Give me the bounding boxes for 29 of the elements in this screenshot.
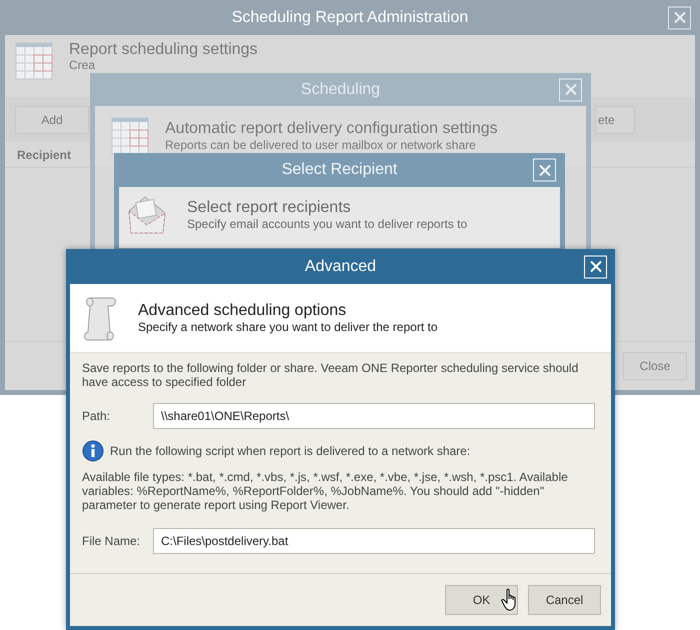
close-icon xyxy=(672,10,686,24)
path-field[interactable]: \\share01\ONE\Reports\ xyxy=(153,403,595,429)
header-title: Advanced scheduling options xyxy=(138,301,348,320)
dialog-button[interactable]: OK xyxy=(445,585,518,615)
field-label: File Name: xyxy=(82,534,142,548)
header-title: Report scheduling settings xyxy=(69,41,258,59)
column-header: Recipient xyxy=(17,148,72,162)
close-button[interactable] xyxy=(533,158,556,182)
file-name-field[interactable]: C:\Files\postdelivery.bat xyxy=(153,528,595,554)
info-icon xyxy=(82,440,104,462)
window-title: Scheduling Report Administration xyxy=(232,8,468,26)
info-text: Run the following script when report is delivered to a network share: xyxy=(110,444,470,458)
header-subtitle: Reports can be delivered to user mailbox or network share xyxy=(165,138,477,153)
header-subtitle: Crea xyxy=(69,59,96,72)
window-title: Scheduling xyxy=(300,80,380,98)
dialog-title: Advanced xyxy=(304,258,376,276)
header-title: Select report recipients xyxy=(187,198,352,217)
intro-text: Save reports to the following folder or share. Veeam ONE Reporter scheduling service should have access to specified folder xyxy=(82,361,580,389)
header-subtitle: Specify email accounts you want to deliver reports to xyxy=(187,217,468,232)
close-icon xyxy=(588,260,602,274)
window-title: Select Recipient xyxy=(282,161,398,179)
close-icon xyxy=(564,82,578,96)
header-subtitle: Specify a network share you want to deliver the report to xyxy=(138,320,438,335)
header-title: Automatic report delivery configuration settings xyxy=(165,119,498,138)
close-icon xyxy=(538,163,552,177)
note-text: Available file types: *.bat, *.cmd, *.vbs, *.js, *.wsf, *.exe, *.vbe, *.jse, *.wsh, *.psc1. Available variables: %ReportName%, %ReportFolder%, %JobName%. You should add "-hidden" parameter to generate report using Report Viewer. xyxy=(82,470,569,512)
dialog-button[interactable]: Cancel xyxy=(528,585,601,615)
field-label: Path: xyxy=(82,409,112,423)
calendar-icon xyxy=(15,41,55,81)
